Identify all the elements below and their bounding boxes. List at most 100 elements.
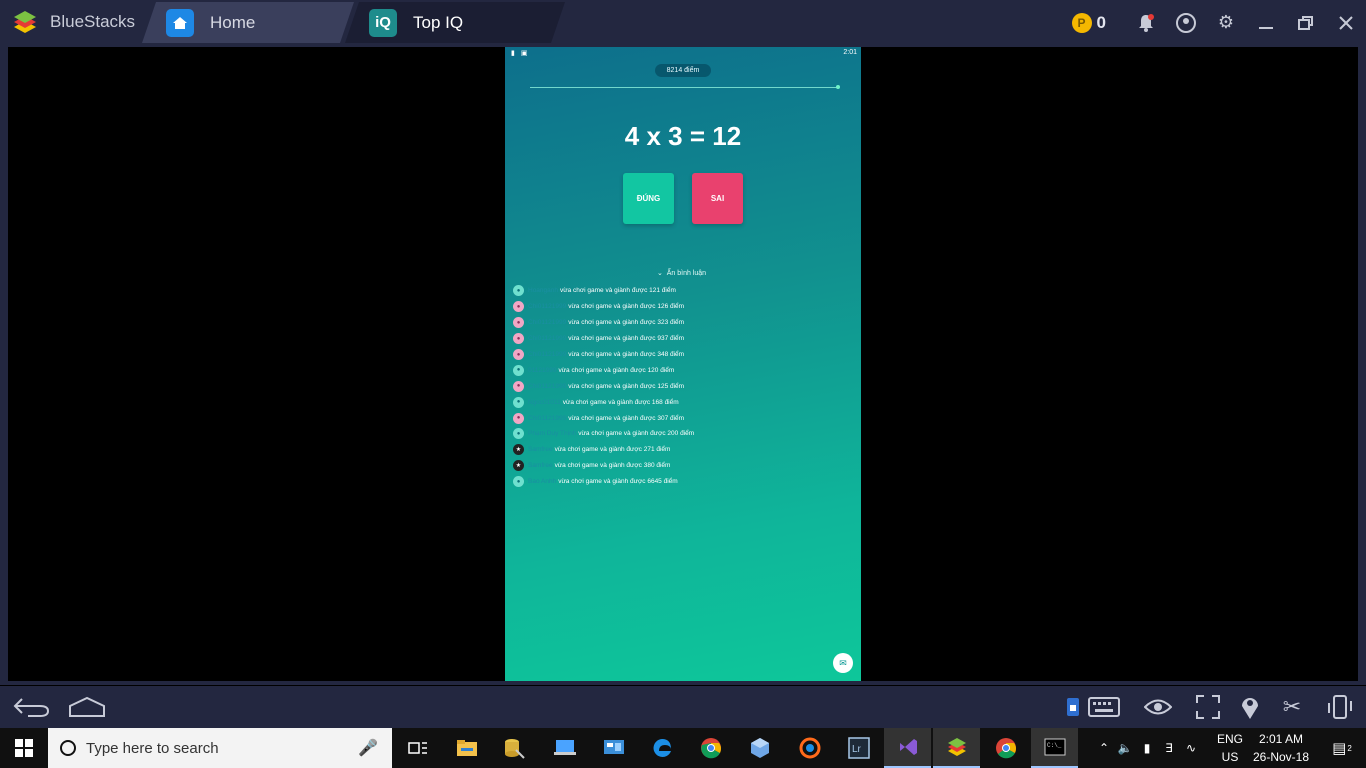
restore-icon[interactable] (1286, 0, 1326, 45)
tab-top-iq[interactable]: iQ Top IQ (345, 2, 565, 43)
visual-studio-icon[interactable] (884, 728, 931, 768)
database-tool-icon[interactable] (490, 728, 537, 768)
app-screen: ▮ ▣ 2:01 8214 điểm 4 x 3 = 12 ĐÚNG SAI ⌄… (505, 47, 861, 681)
task-view-icon[interactable] (394, 728, 441, 768)
comment-text: vừa chơi game và giành được 168 điểm (562, 398, 679, 406)
coin-balance[interactable]: P 0 (1071, 12, 1106, 33)
file-explorer-icon[interactable] (443, 728, 490, 768)
gear-icon[interactable]: ⚙ (1206, 0, 1246, 45)
comment-text: vừa chơi game và giành được 323 điểm (568, 319, 685, 327)
command-prompt-icon[interactable]: C:\_ (1031, 728, 1078, 768)
close-icon[interactable] (1326, 0, 1366, 45)
home-icon (166, 9, 194, 37)
brand-name: BlueStacks (50, 12, 136, 31)
coin-count: 0 (1096, 12, 1106, 32)
svg-text:Lr: Lr (852, 744, 862, 755)
edge-browser-icon[interactable] (638, 728, 685, 768)
virtualbox-icon[interactable] (736, 728, 783, 768)
comment-username: Chi01121999 (528, 414, 567, 422)
windows-start-icon[interactable] (0, 728, 48, 768)
chat-icon[interactable]: ✉ (833, 653, 853, 673)
comment-item: ● Bao Anhh vừa chơi game và giành được 664… (513, 474, 853, 490)
taskbar-search-box[interactable]: Type here to search 🎤 (48, 728, 392, 768)
user-avatar-icon: ★ (513, 444, 524, 456)
comment-username: Ngoc01011 (528, 398, 561, 406)
status-time: 2:01 (843, 49, 857, 56)
location-icon[interactable] (1234, 690, 1266, 724)
comment-username: Phạm Duy Thịnh (528, 430, 577, 438)
equation-text: 4 x 3 = 12 (624, 121, 742, 151)
title-bar: BlueStacks Home iQ Top IQ P 0 ⚙ (0, 0, 1366, 45)
account-icon[interactable] (1166, 0, 1206, 45)
comment-text: vừa chơi game và giành được 307 điểm (568, 414, 685, 422)
svg-text:C:\_: C:\_ (1047, 742, 1062, 749)
comment-text: vừa chơi game và giành được 271 điểm (554, 446, 671, 454)
comment-list: ● Hoanganh vừa chơi game và giành được 121… (513, 283, 853, 490)
hide-comments-toggle[interactable]: ⌄ Ẩn bình luận (657, 269, 706, 277)
bluestacks-navbar: ✂ (0, 686, 1366, 728)
language-indicator[interactable]: ENG US (1212, 730, 1248, 766)
windows-taskbar: Type here to search 🎤 Lr C:\_ ⌃ 🔈 ▮ ∃ ∿ … (0, 728, 1366, 768)
bell-icon[interactable] (1126, 0, 1166, 45)
minimize-icon[interactable] (1246, 0, 1286, 45)
rotate-phone-icon[interactable] (1322, 690, 1358, 724)
tab-home[interactable]: Home (142, 2, 354, 43)
top-iq-app-icon: iQ (369, 9, 397, 37)
comment-username: Chi01121999 (528, 351, 567, 358)
wrong-button[interactable]: SAI (692, 173, 743, 224)
comment-text: vừa chơi game và giành được 380 điểm (554, 462, 671, 470)
comment-username: Samfree (528, 446, 553, 454)
control-panel-icon[interactable] (590, 728, 637, 768)
system-tray: ⌃ 🔈 ▮ ∃ ∿ (1094, 728, 1202, 768)
notification-count: 2 (1347, 743, 1352, 753)
eye-icon[interactable] (1140, 690, 1176, 724)
taskbar-clock[interactable]: 2:01 AM 26-Nov-18 (1246, 730, 1316, 766)
chrome-icon[interactable] (687, 728, 734, 768)
scissors-icon[interactable]: ✂ (1276, 690, 1308, 724)
comment-text: vừa chơi game và giành được 126 điểm (568, 303, 685, 311)
clock-time: 2:01 AM (1258, 732, 1304, 746)
lightroom-icon[interactable]: Lr (835, 728, 882, 768)
back-icon[interactable] (10, 690, 52, 724)
user-avatar-icon: ● (513, 349, 524, 360)
chevron-down-icon: ⌄ (657, 270, 663, 277)
language-top: ENG (1216, 732, 1243, 746)
comment-text: vừa chơi game và giành được 6645 điểm (558, 478, 678, 486)
battery-icon[interactable]: ▮ (1136, 741, 1158, 755)
chevron-up-icon[interactable]: ⌃ (1094, 741, 1114, 755)
fullscreen-icon[interactable] (1190, 690, 1226, 724)
comment-username: Samfree (528, 462, 553, 470)
comment-username: Chi01121999 (528, 382, 567, 390)
comment-item: ● 01121999 vừa chơi game và giành được 120… (513, 362, 853, 378)
hide-comments-label: Ẩn bình luận (666, 270, 707, 277)
action-center-icon[interactable]: ▤ 2 (1322, 728, 1362, 768)
comment-item: ● Chi01121999 vừa chơi game và giành được … (513, 410, 853, 426)
comment-item: ● Chi01121999 vừa chơi game và giành được … (513, 299, 853, 315)
cortana-icon (60, 740, 76, 756)
user-avatar-icon: ● (513, 476, 524, 488)
volume-icon[interactable]: 🔈 (1114, 741, 1136, 755)
keymap-icon[interactable] (1064, 690, 1122, 724)
comment-username: Bao Anhh (528, 478, 557, 486)
comment-text: vừa chơi game và giành được 200 điểm (578, 430, 695, 438)
notification-icon: ▮ (511, 50, 515, 57)
comment-username: Hoanganh (528, 287, 558, 295)
correct-button[interactable]: ĐÚNG (623, 173, 674, 224)
comment-text: vừa chơi game và giành được 120 điểm (558, 366, 675, 374)
comment-text: vừa chơi game và giành được 125 điểm (568, 382, 685, 390)
user-avatar-icon: ★ (513, 460, 524, 472)
comment-item: ● Chi01121999 vừa chơi game và giành được … (513, 315, 853, 331)
chrome-second-icon[interactable] (982, 728, 1029, 768)
sync-tool-icon[interactable] (786, 728, 833, 768)
brand: BlueStacks (10, 6, 135, 38)
input-method-icon[interactable]: ∃ (1158, 741, 1180, 755)
comment-username: Chi01121999 (528, 319, 567, 327)
search-placeholder: Type here to search (86, 739, 219, 757)
home-nav-icon[interactable] (66, 690, 108, 724)
bluestacks-taskbar-icon[interactable] (933, 728, 980, 768)
coin-icon: P (1071, 12, 1092, 33)
wifi-icon[interactable]: ∿ (1180, 741, 1202, 755)
microphone-icon[interactable]: 🎤 (358, 738, 378, 758)
remote-desktop-icon[interactable] (541, 728, 588, 768)
comment-username: Chi01121999 (528, 335, 567, 343)
